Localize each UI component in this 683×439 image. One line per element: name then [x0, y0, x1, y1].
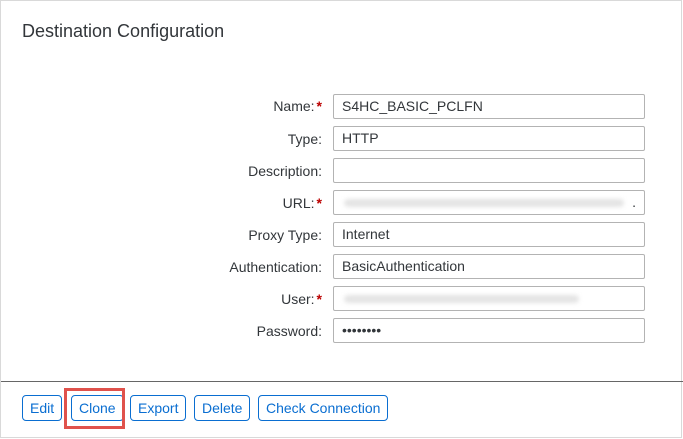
user-field[interactable] — [333, 286, 645, 311]
url-label: URL: * — [283, 195, 322, 211]
user-label: User: * — [281, 291, 322, 307]
delete-button[interactable]: Delete — [194, 395, 251, 421]
type-label: Type: — [287, 131, 322, 147]
description-field[interactable] — [333, 158, 645, 183]
proxy-type-field[interactable]: Internet — [333, 222, 645, 247]
clone-highlight-box — [64, 388, 125, 429]
authentication-label: Authentication: — [229, 259, 322, 275]
user-label-text: User: — [281, 291, 315, 307]
required-marker: * — [316, 291, 322, 307]
url-label-text: URL: — [282, 195, 315, 211]
name-label: Name: * — [273, 98, 322, 114]
password-field[interactable]: •••••••• — [333, 318, 645, 343]
name-label-text: Name: — [273, 98, 315, 114]
check-connection-button[interactable]: Check Connection — [258, 395, 389, 421]
destination-configuration-panel: Destination Configuration Name: * S4HC_BA… — [0, 0, 683, 438]
page-title: Destination Configuration — [22, 21, 225, 41]
required-marker: * — [316, 98, 322, 114]
redacted-user-value — [344, 295, 579, 303]
url-trailing-text: . — [632, 194, 636, 210]
password-label: Password: — [256, 323, 322, 339]
footer-divider — [1, 381, 683, 382]
name-field[interactable]: S4HC_BASIC_PCLFN — [333, 94, 645, 119]
proxy-type-label: Proxy Type: — [248, 227, 322, 243]
export-button[interactable]: Export — [130, 395, 187, 421]
redacted-url-value — [344, 199, 624, 207]
required-marker: * — [316, 195, 322, 211]
description-label: Description: — [248, 163, 322, 179]
authentication-field[interactable]: BasicAuthentication — [333, 254, 645, 279]
edit-button[interactable]: Edit — [22, 395, 63, 421]
type-field[interactable]: HTTP — [333, 126, 645, 151]
url-field[interactable]: . — [333, 190, 645, 215]
